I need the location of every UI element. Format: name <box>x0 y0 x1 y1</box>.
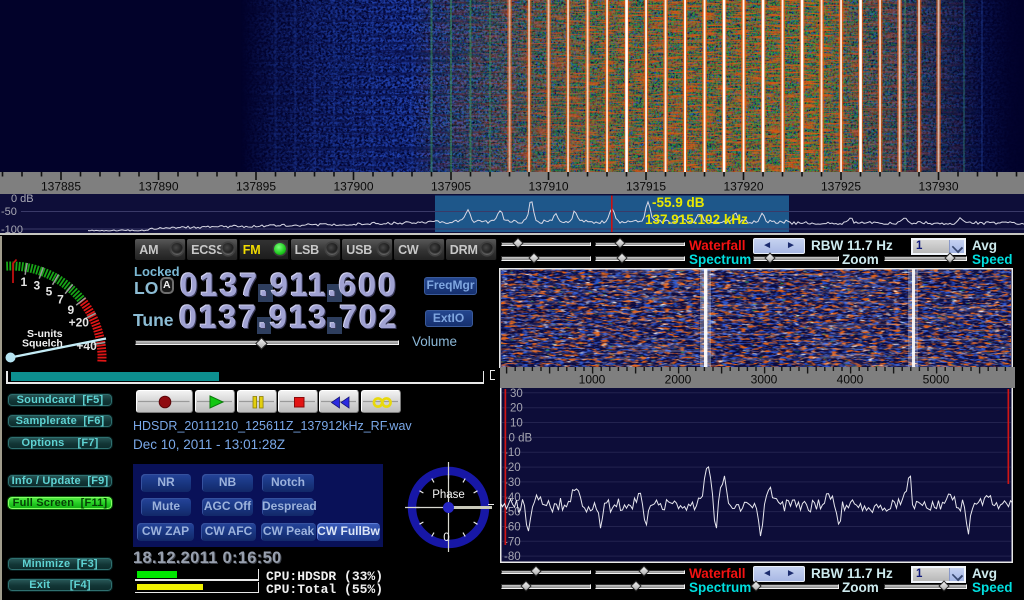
svg-text:137925: 137925 <box>821 180 861 194</box>
svg-text:-40: -40 <box>504 492 521 504</box>
svg-text:0 dB: 0 dB <box>508 432 532 444</box>
svg-text:4000: 4000 <box>836 373 863 387</box>
svg-text:137905: 137905 <box>431 180 471 194</box>
svg-text:137885: 137885 <box>41 180 81 194</box>
svg-text:+20: +20 <box>69 315 90 329</box>
svg-text:7: 7 <box>57 292 64 306</box>
svg-text:5000: 5000 <box>922 373 949 387</box>
svg-text:-55.9 dB: -55.9 dB <box>652 195 705 210</box>
svg-text:30: 30 <box>510 388 523 400</box>
svg-text:3000: 3000 <box>750 373 777 387</box>
svg-text:137910: 137910 <box>528 180 568 194</box>
svg-text:137890: 137890 <box>138 180 178 194</box>
svg-text:2000: 2000 <box>664 373 691 387</box>
svg-text:-70: -70 <box>504 536 521 548</box>
svg-text:-50: -50 <box>1 206 17 218</box>
svg-text:0: 0 <box>443 532 449 544</box>
svg-text:137.915.102 kHz: 137.915.102 kHz <box>645 212 748 227</box>
svg-text:Squelch: Squelch <box>22 338 63 350</box>
svg-text:-60: -60 <box>504 522 521 534</box>
svg-text:5: 5 <box>46 284 53 298</box>
svg-text:137915: 137915 <box>626 180 666 194</box>
svg-text:-20: -20 <box>504 462 521 474</box>
svg-text:137900: 137900 <box>333 180 373 194</box>
svg-text:-30: -30 <box>504 477 521 489</box>
svg-text:137920: 137920 <box>723 180 763 194</box>
svg-text:1000: 1000 <box>578 373 605 387</box>
svg-text:0 dB: 0 dB <box>11 194 34 205</box>
svg-text:-10: -10 <box>504 447 521 459</box>
svg-text:10: 10 <box>510 418 523 430</box>
svg-text:20: 20 <box>510 403 523 415</box>
svg-text:3: 3 <box>33 279 40 293</box>
svg-text:137930: 137930 <box>918 180 958 194</box>
svg-text:1: 1 <box>21 275 28 289</box>
svg-text:-80: -80 <box>504 551 521 563</box>
svg-text:Phase: Phase <box>432 489 465 501</box>
svg-text:137895: 137895 <box>236 180 276 194</box>
